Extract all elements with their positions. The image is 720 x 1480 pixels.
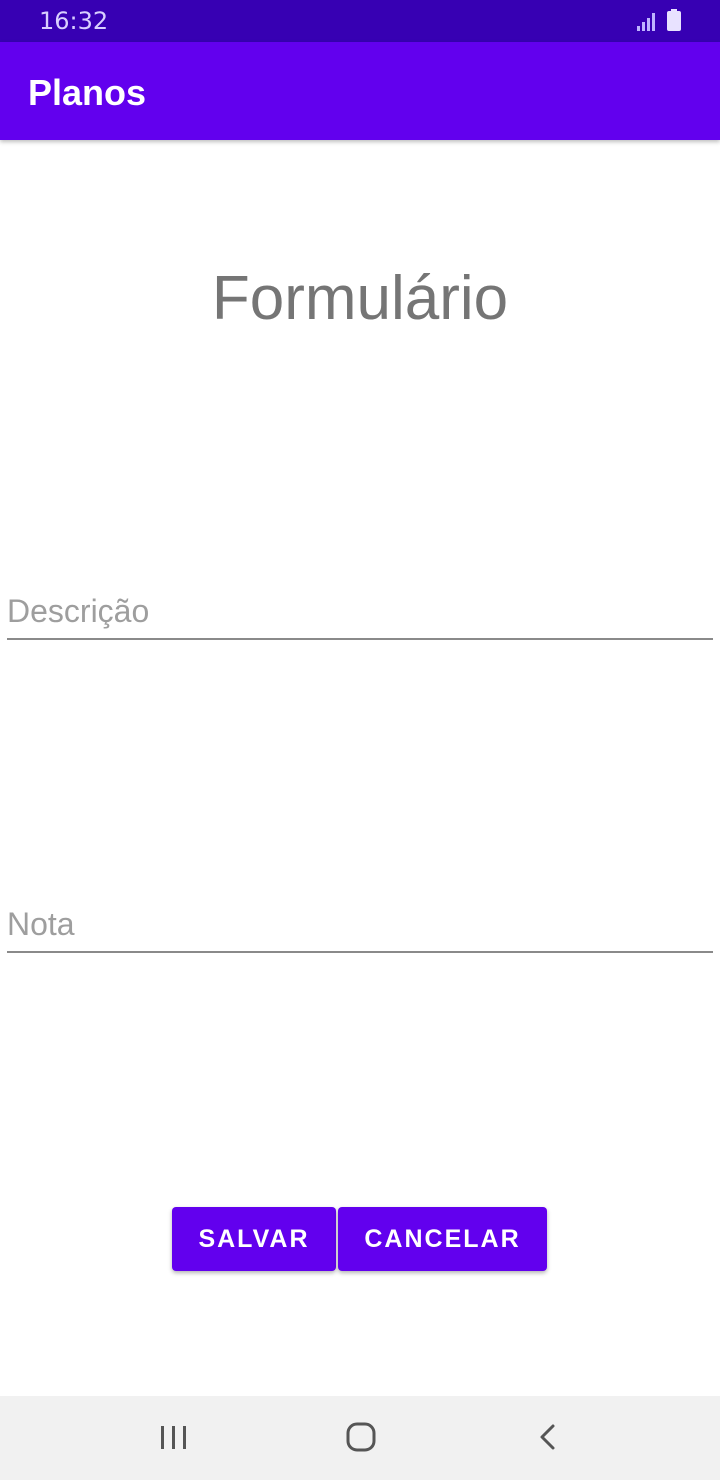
grade-field-container — [7, 897, 713, 953]
home-icon[interactable] — [341, 1418, 381, 1458]
navigation-bar — [0, 1396, 720, 1480]
status-time: 16:32 — [39, 7, 109, 35]
signal-icon — [637, 13, 655, 31]
save-button[interactable]: SALVAR — [172, 1207, 336, 1271]
grade-field[interactable] — [7, 906, 707, 943]
recent-apps-icon[interactable] — [154, 1418, 194, 1458]
description-field[interactable] — [7, 593, 707, 630]
status-bar: 16:32 — [0, 0, 720, 42]
cancel-button[interactable]: CANCELAR — [338, 1207, 547, 1271]
page-title: Formulário — [211, 264, 509, 333]
back-icon[interactable] — [529, 1418, 569, 1458]
battery-icon — [667, 9, 681, 31]
description-field-container — [7, 584, 713, 640]
app-title: Planos — [28, 72, 147, 113]
app-bar: Planos — [0, 42, 720, 140]
